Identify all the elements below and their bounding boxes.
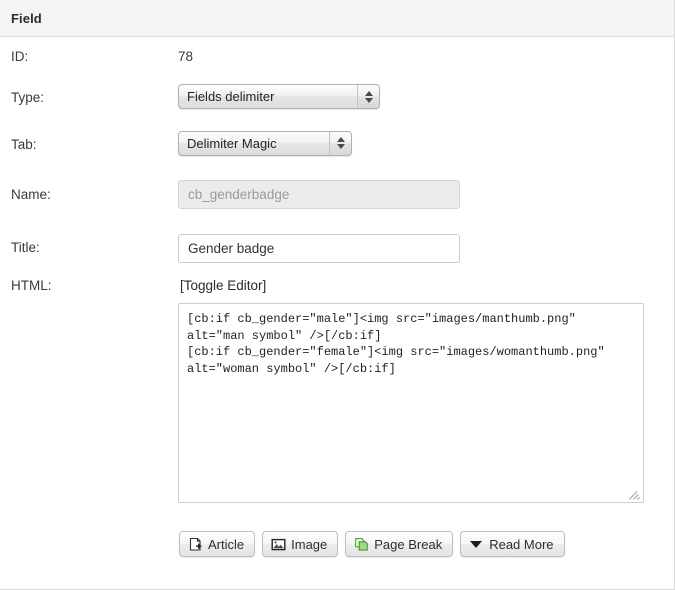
type-select[interactable]: Fields delimiter [178,84,380,109]
insert-article-button[interactable]: Article [179,531,256,557]
form-row-id: ID: 78 [0,37,674,75]
stepper-updown-icon[interactable] [357,85,379,108]
tab-label: Tab: [11,136,37,152]
insert-image-button[interactable]: Image [262,531,339,557]
title-input[interactable] [178,233,460,263]
chevron-up-icon [364,90,373,96]
form-row-name: Name: [0,168,674,221]
page-title: Field [11,10,42,26]
insert-page-break-button[interactable]: Page Break [345,531,454,557]
html-editor-textarea[interactable]: [cb:if cb_gender="male"]<img src="images… [178,303,644,503]
insert-read-more-label: Read More [489,536,554,552]
type-control: Fields delimiter [178,84,674,112]
field-panel: Field ID: 78 Type: Fields delimiter Tab:… [0,0,675,590]
form-row-tab: Tab: Delimiter Magic [0,121,674,168]
field-form: ID: 78 Type: Fields delimiter Tab: Delim… [0,37,674,557]
name-label: Name: [11,186,51,202]
tab-select-value: Delimiter Magic [187,135,277,151]
name-control [178,180,674,209]
insert-read-more-button[interactable]: Read More [460,531,565,557]
type-select-value: Fields delimiter [187,89,275,104]
form-row-title: Title: [0,221,674,275]
name-input[interactable] [178,180,460,209]
title-label: Title: [11,240,40,255]
page-break-pages-icon [354,537,369,552]
panel-header: Field [0,0,674,37]
id-value: 78 [178,48,194,64]
id-value-container: 78 [178,49,674,64]
html-label: HTML: [11,278,52,293]
tab-control: Delimiter Magic [178,130,674,159]
article-page-add-icon [188,537,203,552]
title-control [178,233,674,263]
type-label: Type: [11,90,45,105]
read-more-chevron-down-icon [469,537,484,552]
html-control: [Toggle Editor] [cb:if cb_gender="male"]… [178,278,674,557]
html-editor-wrap: [cb:if cb_gender="male"]<img src="images… [178,303,644,503]
insert-article-label: Article [208,536,245,552]
chevron-down-icon [336,144,345,149]
insert-image-label: Image [291,536,328,552]
id-label: ID: [11,48,29,64]
chevron-up-icon [336,137,345,142]
image-picture-icon [271,537,286,552]
form-row-html: HTML: [Toggle Editor] [cb:if cb_gender="… [0,275,674,557]
editor-button-bar: Article Image Page Break Read More [179,531,674,557]
chevron-down-icon [364,97,373,103]
insert-page-break-label: Page Break [374,536,443,552]
stepper-updown-icon[interactable] [329,131,351,155]
tab-select[interactable]: Delimiter Magic [178,130,352,156]
form-row-type: Type: Fields delimiter [0,75,674,121]
toggle-editor-link[interactable]: [Toggle Editor] [180,278,266,293]
